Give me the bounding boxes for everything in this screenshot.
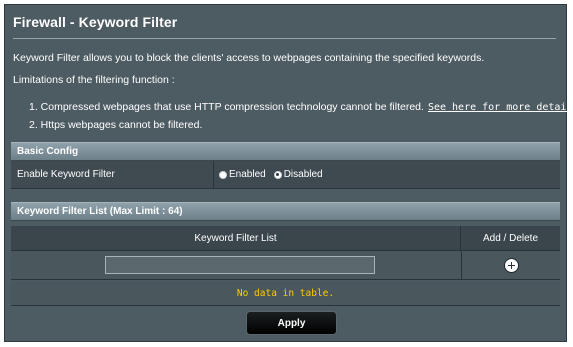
limitation-item-1: 1. Compressed webpages that use HTTP com… [29,101,573,113]
details-link[interactable]: See here for more details. [428,102,573,113]
basic-config-header: Basic Config [11,142,560,161]
radio-enabled[interactable]: Enabled [219,169,266,180]
keyword-input[interactable] [105,256,375,274]
description-text: Keyword Filter allows you to block the c… [13,52,485,64]
column-add-delete: Add / Delete [482,232,539,244]
firewall-keyword-filter-panel: Firewall - Keyword Filter Keyword Filter… [4,4,573,342]
empty-table-message: No data in table. [11,281,560,306]
limitation-item-2: 2. Https webpages cannot be filtered. [29,119,203,131]
limitation-item-1-text: 1. Compressed webpages that use HTTP com… [29,101,424,113]
enable-keyword-filter-label: Enable Keyword Filter [11,161,214,188]
keyword-table-header: Keyword Filter List Add / Delete [11,226,560,251]
radio-disabled[interactable]: Disabled [273,169,323,180]
limitations-heading: Limitations of the filtering function : [13,74,175,86]
radio-enabled-label: Enabled [229,169,266,180]
plus-circle-icon[interactable] [503,257,519,273]
title-divider [13,38,556,39]
apply-button[interactable]: Apply [246,311,337,335]
radio-enabled-icon[interactable] [219,170,227,179]
enable-radio-group: Enabled Disabled [219,161,327,188]
add-cell [461,251,560,279]
radio-disabled-icon[interactable] [273,170,282,179]
radio-disabled-label: Disabled [283,169,323,180]
column-keyword-filter-list: Keyword Filter List [11,226,461,250]
keyword-filter-list-header: Keyword Filter List (Max Limit : 64) [11,202,560,221]
page-title: Firewall - Keyword Filter [13,14,178,30]
keyword-input-row [11,251,560,280]
enable-keyword-filter-row: Enable Keyword Filter Enabled Disabled [11,161,560,189]
